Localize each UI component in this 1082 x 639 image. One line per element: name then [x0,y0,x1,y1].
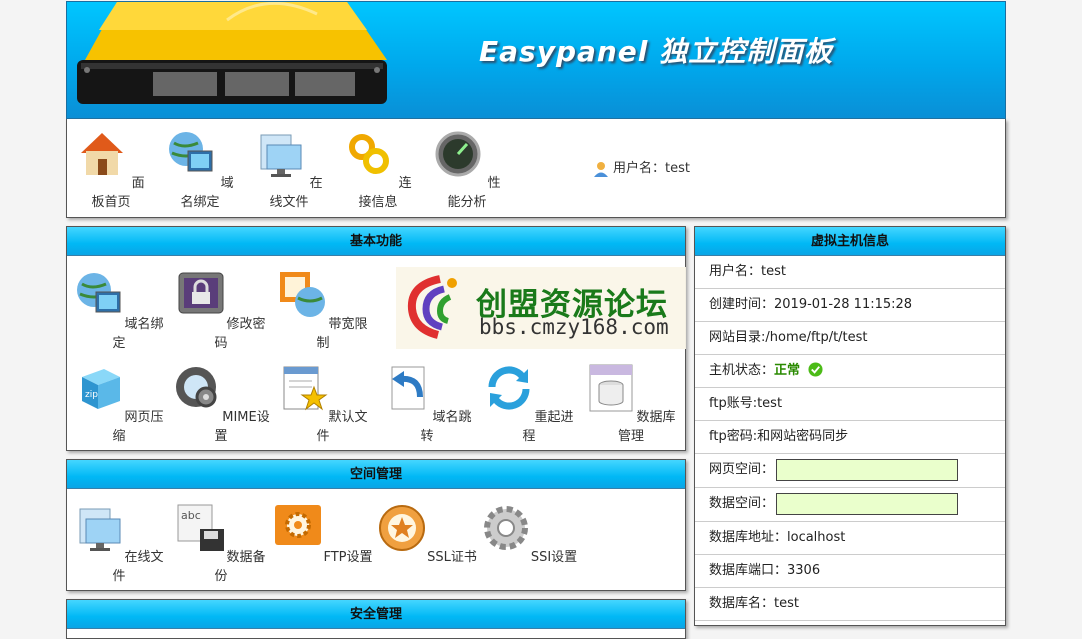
space-item-ssi[interactable]: SSI设置 [479,503,579,565]
space-item-ftp[interactable]: FTP设置 [273,503,373,565]
redirect-icon [391,366,425,410]
toolbar-performance[interactable]: 性能分析 [427,129,507,210]
basic-item-bandwidth[interactable]: 带宽限制 [273,270,373,351]
host-db-address: 数据库地址：localhost [695,522,1005,555]
ssl-icon [379,505,426,551]
basic-item-redirect[interactable]: 域名跳转 [377,363,477,444]
host-db-space: 数据空间： [695,488,1005,522]
folder-screen-icon [79,508,121,551]
gauge-icon [435,131,481,177]
basic-item-domain[interactable]: 域名绑定 [69,270,169,351]
check-icon [808,362,823,377]
globe-screen-icon [77,273,121,313]
default-file-icon [283,366,329,411]
database-icon [589,364,633,412]
host-info-title: 虚拟主机信息 [695,227,1005,256]
restart-icon [488,366,530,410]
host-db-port: 数据库端口：3306 [695,555,1005,588]
status-ok-text: 正常 [774,363,801,378]
basic-item-mime[interactable]: MIME设置 [171,363,271,444]
space-management-panel: 空间管理 在线文件 abc 数据备份 FTP设置 SSL证书 SSI设置 [66,459,686,591]
server-logo-icon [77,2,387,104]
page-header: Easypanel 独立控制面板 [66,1,1006,119]
watermark-url: bbs.cmzy168.com [479,315,669,339]
basic-functions-title: 基本功能 [67,227,685,256]
basic-item-compress[interactable]: zip 网页压缩 [69,363,169,444]
bandwidth-icon [280,272,326,317]
host-info-panel: 虚拟主机信息 用户名：test 创建时间：2019-01-28 11:15:28… [694,226,1006,626]
host-web-space: 网页空间： [695,454,1005,488]
current-user: 用户名：test [593,157,690,177]
basic-item-database[interactable]: 数据库管理 [581,363,681,444]
web-space-bar [776,458,959,481]
folder-screen-icon [260,134,302,177]
globe-screen-icon [169,132,213,172]
basic-item-restart[interactable]: 重起进程 [479,363,579,444]
brand-title: Easypanel 独立控制面板 [479,35,834,68]
space-item-files[interactable]: 在线文件 [69,503,169,584]
ssi-gear-icon [483,506,528,550]
space-management-title: 空间管理 [67,460,685,489]
host-ftp-password: ftp密码:和网站密码同步 [695,421,1005,454]
host-webdir: 网站目录:/home/ftp/t/test [695,322,1005,355]
svg-text:zip: zip [85,390,98,400]
host-status: 主机状态：正常 [695,355,1005,388]
host-username: 用户名：test [695,256,1005,289]
space-item-ssl[interactable]: SSL证书 [377,503,477,565]
svg-text:abc: abc [181,509,201,522]
mime-icon [176,367,217,408]
user-icon [594,161,608,177]
forum-logo-icon [407,275,457,339]
zip-icon: zip [82,369,121,409]
host-db-name: 数据库名：test [695,588,1005,621]
top-toolbar: 面板首页 域名绑定 在线文件 连接信息 性能分析 用户名：test [66,119,1006,218]
toolbar-connection[interactable]: 连接信息 [338,129,418,210]
toolbar-files[interactable]: 在线文件 [249,129,329,210]
host-ftp-account: ftp账号:test [695,388,1005,421]
db-space-bar [776,492,959,515]
backup-icon: abc [177,504,225,551]
basic-item-default-file[interactable]: 默认文件 [273,363,373,444]
link-icon [349,134,390,174]
basic-item-password[interactable]: 修改密码 [171,270,271,351]
watermark-overlay: 创盟资源论坛 bbs.cmzy168.com [396,267,686,349]
security-management-panel: 安全管理 [66,599,686,639]
ftp-gear-icon [275,505,322,545]
toolbar-domain[interactable]: 域名绑定 [160,129,240,210]
lock-icon [178,272,224,314]
host-created: 创建时间：2019-01-28 11:15:28 [695,289,1005,322]
home-icon [81,133,124,175]
space-item-backup[interactable]: abc 数据备份 [171,503,271,584]
toolbar-home[interactable]: 面板首页 [71,129,151,210]
